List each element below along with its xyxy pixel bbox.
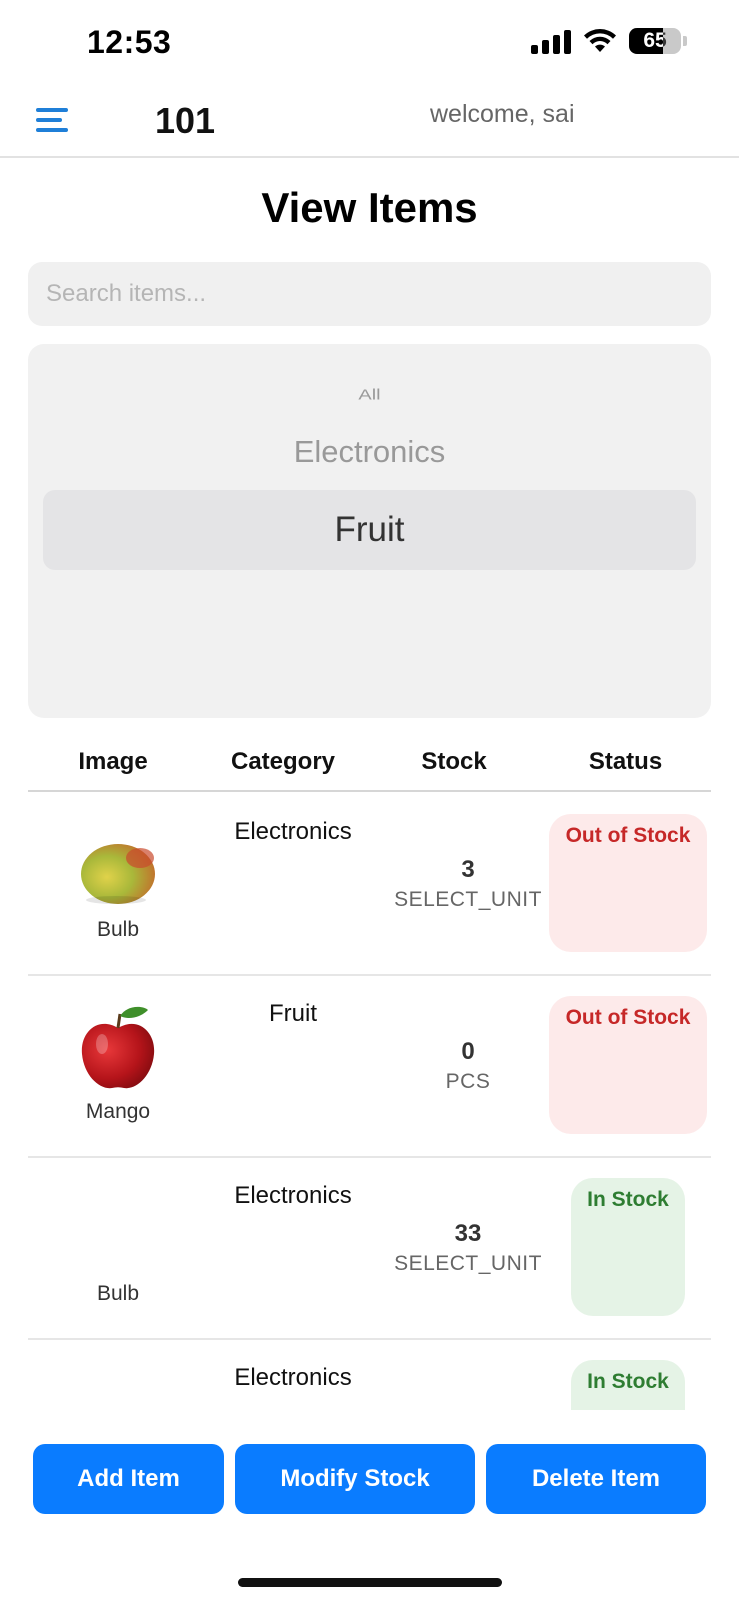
table-row[interactable]: Electronics In Stock: [28, 1340, 711, 1410]
category-cell: Electronics: [234, 1364, 352, 1391]
menu-icon[interactable]: [36, 108, 68, 132]
status-badge: Out of Stock: [549, 814, 707, 952]
battery-icon: 65: [629, 28, 681, 54]
battery-tip: [683, 36, 687, 46]
wifi-icon: [584, 29, 616, 52]
screen: 12:53 65 101 welcome, sai View Items Sea…: [0, 0, 739, 1600]
category-picker[interactable]: All Electronics Fruit: [28, 344, 711, 718]
welcome-text: welcome, sai: [430, 100, 575, 128]
item-name: Bulb: [96, 918, 140, 941]
add-item-button[interactable]: Add Item: [33, 1444, 224, 1514]
app-header: 101 welcome, sai: [0, 84, 739, 158]
status-badge: Out of Stock: [549, 996, 707, 1134]
stock-unit: SELECT_UNIT: [394, 1252, 542, 1275]
items-table[interactable]: Bulb Electronics 3 SELECT_UNIT Out of St…: [28, 794, 711, 1410]
table-row[interactable]: Mango Fruit 0 PCS Out of Stock: [28, 976, 711, 1158]
delete-item-button[interactable]: Delete Item: [486, 1444, 706, 1514]
battery-level: 65: [643, 29, 667, 52]
apple-image: [81, 1006, 155, 1089]
image-cell: Bulb: [28, 794, 208, 974]
table-row[interactable]: Bulb Electronics 33 SELECT_UNIT In Stock: [28, 1158, 711, 1340]
status-bar: 12:53 65: [0, 0, 739, 80]
stock-unit: PCS: [445, 1070, 491, 1093]
table-header: Image Category Stock Status: [28, 742, 711, 792]
column-header-category: Category: [230, 748, 336, 775]
table-row[interactable]: Bulb Electronics 3 SELECT_UNIT Out of St…: [28, 794, 711, 976]
stock-unit: SELECT_UNIT: [394, 888, 542, 911]
category-cell: Electronics: [234, 818, 352, 845]
stock-cell: 0 PCS: [378, 1038, 558, 1094]
status-icons: 65: [531, 28, 687, 54]
stock-quantity: 0: [461, 1038, 475, 1065]
stock-quantity: 33: [454, 1220, 482, 1247]
mango-image: [81, 844, 155, 904]
signal-icon: [531, 28, 571, 54]
column-header-image: Image: [78, 748, 148, 775]
category-cell: Fruit: [269, 1000, 317, 1027]
item-name: Mango: [85, 1100, 151, 1123]
item-name: Bulb: [96, 1282, 140, 1305]
status-time: 12:53: [87, 24, 172, 60]
column-header-stock: Stock: [421, 748, 487, 775]
picker-option-electronics[interactable]: Electronics: [28, 434, 711, 470]
category-cell: Electronics: [234, 1182, 352, 1209]
column-header-status: Status: [588, 748, 663, 775]
stock-quantity: 3: [461, 856, 475, 883]
status-badge: In Stock: [571, 1178, 685, 1316]
status-badge: In Stock: [571, 1360, 685, 1410]
stock-cell: 3 SELECT_UNIT: [378, 856, 558, 912]
image-cell: Mango: [28, 976, 208, 1156]
picker-option-fruit[interactable]: Fruit: [28, 510, 711, 550]
image-cell: Bulb: [28, 1158, 208, 1338]
header-title: 101: [155, 100, 216, 141]
search-input[interactable]: [28, 262, 711, 326]
stock-cell: 33 SELECT_UNIT: [378, 1220, 558, 1276]
modify-stock-button[interactable]: Modify Stock: [235, 1444, 475, 1514]
home-indicator[interactable]: [238, 1578, 502, 1587]
picker-option-all[interactable]: All: [28, 387, 711, 404]
page-title: View Items: [261, 184, 478, 231]
